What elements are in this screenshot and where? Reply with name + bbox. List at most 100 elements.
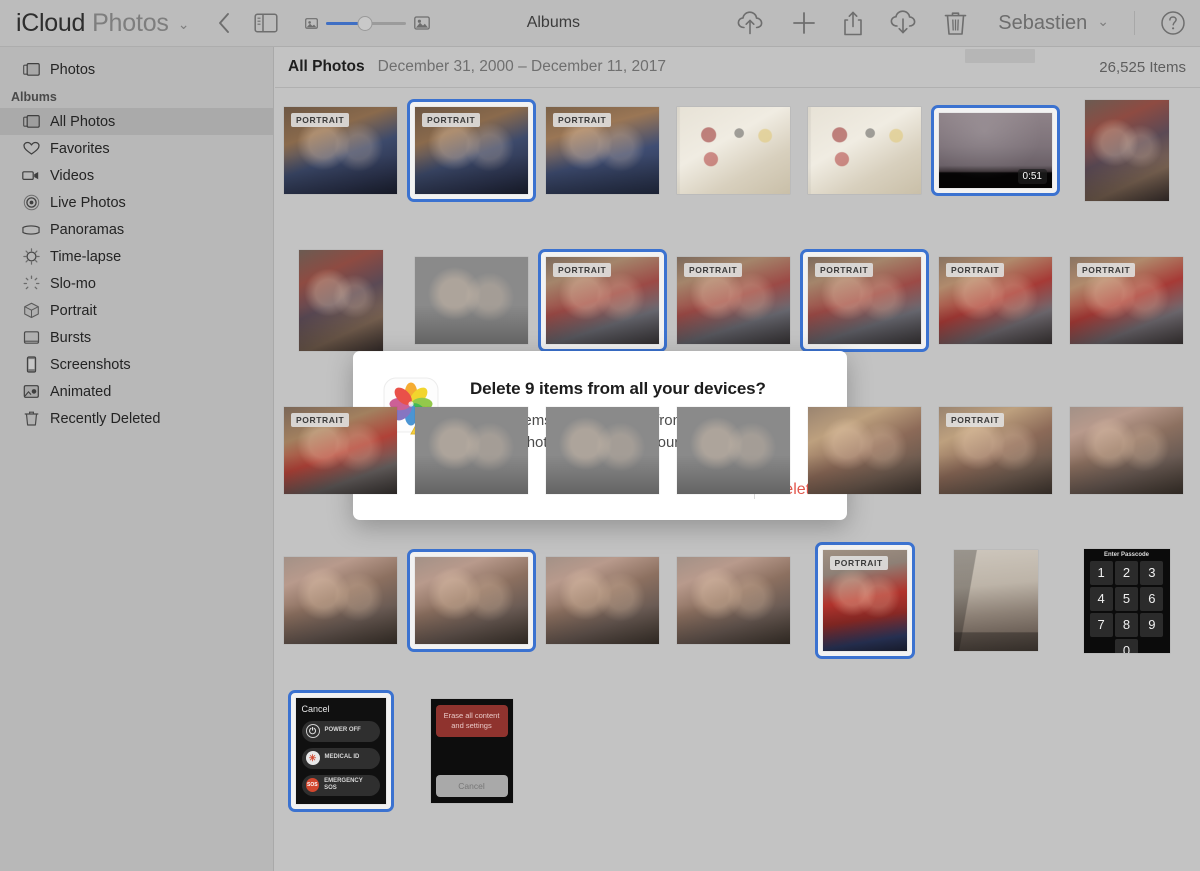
photo-texture: [415, 257, 528, 344]
photo-texture: [299, 250, 383, 351]
portrait-badge: PORTRAIT: [291, 113, 349, 127]
photo-texture: [546, 557, 659, 644]
portrait-badge: PORTRAIT: [684, 263, 742, 277]
photo-texture: [677, 557, 790, 644]
photo-thumbnail[interactable]: PORTRAIT: [677, 257, 790, 344]
photo-cell[interactable]: PORTRAIT: [537, 100, 668, 201]
passcode-key-blank: [1140, 639, 1163, 653]
photo-thumbnail[interactable]: [677, 107, 790, 194]
photo-thumbnail[interactable]: PORTRAIT: [823, 550, 907, 651]
power-option-label: POWER OFF: [325, 727, 361, 735]
photo-texture: [677, 407, 790, 494]
power-option-medical-icon: ✳ MEDICAL ID: [302, 748, 380, 769]
power-option-sos-icon: SOSEMERGENCY SOS: [302, 775, 380, 796]
photo-cell[interactable]: PORTRAIT: [275, 100, 406, 201]
photo-thumbnail[interactable]: PORTRAIT: [546, 107, 659, 194]
photo-cell[interactable]: [406, 400, 537, 501]
passcode-title: Enter Passcode: [1104, 552, 1149, 558]
photo-cell[interactable]: [668, 100, 799, 201]
photo-cell[interactable]: [537, 550, 668, 651]
photo-thumbnail[interactable]: PORTRAIT: [284, 407, 397, 494]
photo-texture: [954, 550, 1038, 651]
photo-thumbnail[interactable]: [1070, 407, 1183, 494]
photo-thumbnail[interactable]: [415, 407, 528, 494]
passcode-key-5: 5: [1115, 587, 1138, 611]
screenshot-passcode: Enter Passcode1234567890: [1084, 549, 1170, 653]
photo-thumbnail[interactable]: [677, 407, 790, 494]
passcode-key-6: 6: [1140, 587, 1163, 611]
passcode-key-7: 7: [1090, 613, 1113, 637]
photo-cell[interactable]: PORTRAIT: [668, 250, 799, 351]
photo-cell[interactable]: [799, 400, 930, 501]
photo-texture: [1085, 100, 1169, 201]
photo-thumbnail[interactable]: [808, 407, 921, 494]
photo-cell[interactable]: [537, 400, 668, 501]
photo-thumbnail[interactable]: [954, 550, 1038, 651]
portrait-badge: PORTRAIT: [553, 113, 611, 127]
photo-thumbnail[interactable]: PORTRAIT: [808, 257, 921, 344]
video-duration-badge: 0:51: [1018, 169, 1047, 184]
photo-cell[interactable]: PORTRAIT: [537, 250, 668, 351]
photo-cell[interactable]: PORTRAIT: [930, 400, 1061, 501]
photo-thumbnail[interactable]: [415, 257, 528, 344]
photo-thumbnail[interactable]: PORTRAIT: [1070, 257, 1183, 344]
photo-cell[interactable]: [406, 250, 537, 351]
photo-thumbnail[interactable]: [808, 107, 921, 194]
power-option-label: EMERGENCY SOS: [324, 778, 375, 793]
photo-thumbnail[interactable]: Erase all content and settingsCancel: [431, 699, 513, 803]
photo-thumbnail[interactable]: [299, 250, 383, 351]
photo-cell[interactable]: PORTRAIT: [275, 400, 406, 501]
dialog-title: Delete 9 items from all your devices?: [470, 379, 766, 399]
passcode-key-blank: [1090, 639, 1113, 653]
portrait-badge: PORTRAIT: [946, 413, 1004, 427]
passcode-key-8: 8: [1115, 613, 1138, 637]
icloud-photos-window: iCloud Photos ⌄: [0, 0, 1200, 871]
photo-thumbnail[interactable]: PORTRAIT: [939, 407, 1052, 494]
photo-thumbnail[interactable]: [415, 557, 528, 644]
photo-thumbnail[interactable]: Enter Passcode1234567890: [1084, 549, 1170, 653]
passcode-key-0: 0: [1115, 639, 1138, 653]
portrait-badge: PORTRAIT: [422, 113, 480, 127]
passcode-key-2: 2: [1115, 561, 1138, 585]
portrait-badge: PORTRAIT: [291, 413, 349, 427]
photo-thumbnail[interactable]: PORTRAIT: [415, 107, 528, 194]
photo-thumbnail[interactable]: [546, 557, 659, 644]
portrait-badge: PORTRAIT: [1077, 263, 1135, 277]
photo-texture: [546, 407, 659, 494]
photo-thumbnail[interactable]: [1085, 100, 1169, 201]
photo-cell[interactable]: 0:51: [930, 100, 1061, 201]
photo-cell[interactable]: PORTRAIT: [1061, 250, 1192, 351]
photo-cell[interactable]: [668, 550, 799, 651]
power-option-label: MEDICAL ID: [325, 754, 360, 762]
power-option-power-icon: ⏻POWER OFF: [302, 721, 380, 742]
photo-thumbnail[interactable]: 0:51: [939, 113, 1052, 188]
photo-cell[interactable]: [275, 550, 406, 651]
photo-texture: [284, 557, 397, 644]
photo-thumbnail[interactable]: [546, 407, 659, 494]
photo-thumbnail[interactable]: PORTRAIT: [939, 257, 1052, 344]
power-cancel-label: Cancel: [302, 704, 380, 714]
photo-thumbnail[interactable]: [677, 557, 790, 644]
photo-cell[interactable]: [799, 100, 930, 201]
photo-thumbnail[interactable]: PORTRAIT: [546, 257, 659, 344]
passcode-keypad: 1234567890: [1090, 561, 1164, 653]
medical-icon: ✳: [306, 751, 320, 765]
photo-cell[interactable]: [1061, 400, 1192, 501]
photo-texture: [808, 407, 921, 494]
screenshot-power-menu: Cancel ⏻POWER OFF ✳ MEDICAL ID SOSEMERGENCY …: [296, 698, 386, 804]
photo-texture: [415, 557, 528, 644]
photo-texture: [415, 407, 528, 494]
portrait-badge: PORTRAIT: [815, 263, 873, 277]
photo-cell[interactable]: PORTRAIT: [799, 250, 930, 351]
photo-cell[interactable]: PORTRAIT: [930, 250, 1061, 351]
photo-cell[interactable]: [668, 400, 799, 501]
photo-texture: [677, 107, 790, 194]
photo-thumbnail[interactable]: Cancel ⏻POWER OFF ✳ MEDICAL ID SOSEMERGENCY …: [296, 698, 386, 804]
portrait-badge: PORTRAIT: [553, 263, 611, 277]
photo-thumbnail[interactable]: [284, 557, 397, 644]
photo-cell[interactable]: [406, 550, 537, 651]
photo-texture: [808, 107, 921, 194]
photo-thumbnail[interactable]: PORTRAIT: [284, 107, 397, 194]
photo-cell[interactable]: PORTRAIT: [406, 100, 537, 201]
erase-cancel-button: Cancel: [436, 775, 508, 797]
